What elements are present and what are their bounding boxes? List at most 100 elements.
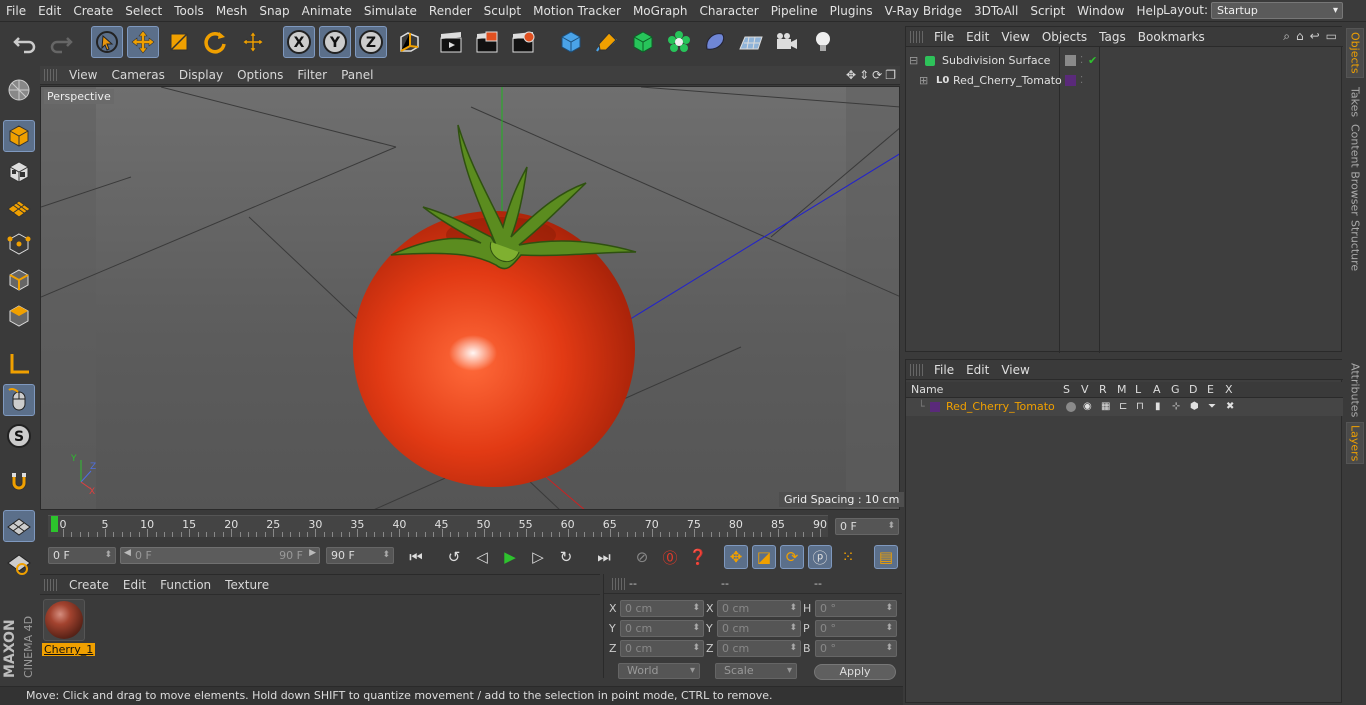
grip-handle[interactable]: [612, 578, 626, 590]
record-active-button[interactable]: ⊘: [630, 545, 654, 569]
cloner-button[interactable]: [663, 26, 695, 58]
cube-primitive-button[interactable]: [555, 26, 587, 58]
grip-handle[interactable]: [44, 578, 58, 591]
make-editable-button[interactable]: [3, 74, 35, 106]
material-name[interactable]: Cherry_1: [42, 643, 96, 656]
orbit-view-icon[interactable]: ⟳: [872, 68, 882, 82]
menu-pipeline[interactable]: Pipeline: [765, 4, 824, 18]
timeline-window-button[interactable]: ▤: [874, 545, 898, 569]
model-mode-button[interactable]: [3, 120, 35, 152]
vp-menu-cameras[interactable]: Cameras: [104, 68, 171, 82]
vp-menu-display[interactable]: Display: [172, 68, 230, 82]
coordinate-mode-select[interactable]: World: [618, 663, 700, 679]
rotate-tool-button[interactable]: [199, 26, 231, 58]
camera-button[interactable]: [771, 26, 803, 58]
coordinate-system-button[interactable]: [393, 26, 425, 58]
menu-edit[interactable]: Edit: [32, 4, 67, 18]
obj-menu-objects[interactable]: Objects: [1036, 30, 1093, 44]
subdivision-surface-button[interactable]: [627, 26, 659, 58]
generator-icon[interactable]: ⊹: [1172, 398, 1180, 416]
next-frame-button[interactable]: ▷: [526, 545, 550, 569]
position-z-field[interactable]: 0 cm: [620, 640, 704, 657]
x-axis-lock-button[interactable]: X: [283, 26, 315, 58]
back-icon[interactable]: ↩: [1310, 29, 1320, 44]
col-name[interactable]: Name: [911, 383, 943, 396]
mat-menu-function[interactable]: Function: [153, 578, 218, 592]
solo-mode-button[interactable]: S: [3, 420, 35, 452]
spline-pen-button[interactable]: [591, 26, 623, 58]
menu-sculpt[interactable]: Sculpt: [478, 4, 527, 18]
col-locked[interactable]: L: [1135, 383, 1141, 396]
render-view-button[interactable]: [435, 26, 467, 58]
position-x-field[interactable]: 0 cm: [620, 600, 704, 617]
timeline-ruler[interactable]: 0 5 10 15 20 25 30 35 40 45 50 55 60 65 70 75 80 85 90: [48, 515, 828, 537]
menu-script[interactable]: Script: [1024, 4, 1071, 18]
edges-mode-button[interactable]: [3, 264, 35, 296]
tab-takes[interactable]: Takes: [1346, 82, 1364, 122]
camera-label[interactable]: Perspective: [44, 89, 114, 104]
size-x-field[interactable]: 0 cm: [717, 600, 801, 617]
pan-view-icon[interactable]: ✥: [846, 68, 856, 82]
col-xref[interactable]: X: [1225, 383, 1233, 396]
layout-select[interactable]: Startup: [1211, 2, 1343, 19]
max-frame-field[interactable]: 90 F: [326, 547, 394, 564]
animation-icon[interactable]: ▮: [1155, 398, 1161, 416]
position-y-field[interactable]: 0 cm: [620, 620, 704, 637]
recent-tool-button[interactable]: [237, 26, 269, 58]
col-deformers[interactable]: D: [1189, 383, 1197, 396]
previous-frame-button[interactable]: ◁: [470, 545, 494, 569]
play-button[interactable]: ▶: [498, 545, 522, 569]
obj-menu-view[interactable]: View: [995, 30, 1035, 44]
light-button[interactable]: [807, 26, 839, 58]
current-frame-field[interactable]: 0 F: [835, 518, 899, 535]
maximize-view-icon[interactable]: ❐: [885, 68, 896, 82]
layer-color-swatch[interactable]: [1065, 75, 1076, 86]
grip-handle[interactable]: [44, 69, 58, 81]
tree-collapse-icon[interactable]: ⊟: [909, 51, 918, 71]
scale-tool-button[interactable]: [163, 26, 195, 58]
y-axis-lock-button[interactable]: Y: [319, 26, 351, 58]
workplane-lock-button[interactable]: [3, 510, 35, 542]
mat-menu-create[interactable]: Create: [62, 578, 116, 592]
axis-mode-button[interactable]: [3, 348, 35, 380]
vp-menu-panel[interactable]: Panel: [334, 68, 380, 82]
layer-swatch[interactable]: [1065, 55, 1076, 66]
floor-button[interactable]: [735, 26, 767, 58]
z-axis-lock-button[interactable]: Z: [355, 26, 387, 58]
layer-name[interactable]: Red_Cherry_Tomato: [946, 398, 1055, 416]
size-mode-select[interactable]: Scale: [715, 663, 797, 679]
layer-color-swatch[interactable]: [930, 402, 940, 412]
solo-toggle-icon[interactable]: [1066, 402, 1076, 412]
playhead[interactable]: [51, 516, 58, 532]
lock-icon[interactable]: ⊓: [1136, 398, 1144, 416]
go-to-start-button[interactable]: ⏮: [404, 545, 428, 569]
menu-3dtoall[interactable]: 3DToAll: [968, 4, 1024, 18]
vp-menu-view[interactable]: View: [62, 68, 104, 82]
menu-mesh[interactable]: Mesh: [210, 4, 254, 18]
render-settings-button[interactable]: [507, 26, 539, 58]
menu-file[interactable]: File: [0, 4, 32, 18]
rotation-h-field[interactable]: 0 °: [815, 600, 897, 617]
dolly-view-icon[interactable]: ⇕: [859, 68, 869, 82]
col-animation[interactable]: A: [1153, 383, 1161, 396]
key-scale-button[interactable]: ◪: [752, 545, 776, 569]
keyframe-selection-button[interactable]: ❓: [686, 545, 710, 569]
object-row-subdivision[interactable]: ⊟ Subdivision Surface ⁚ ✔: [906, 51, 1343, 71]
menu-window[interactable]: Window: [1071, 4, 1130, 18]
render-region-button[interactable]: [471, 26, 503, 58]
menu-simulate[interactable]: Simulate: [358, 4, 423, 18]
points-mode-button[interactable]: [3, 228, 35, 260]
rotation-b-field[interactable]: 0 °: [815, 640, 897, 657]
grip-handle[interactable]: [910, 30, 924, 43]
deformer-button[interactable]: [699, 26, 731, 58]
layer-menu-view[interactable]: View: [995, 363, 1035, 377]
min-frame-field[interactable]: 0 F: [48, 547, 116, 564]
layer-row[interactable]: └ Red_Cherry_Tomato ◉ ▦ ⊏ ⊓ ▮ ⊹ ⬢ ⏷ ✖: [906, 398, 1343, 416]
go-to-end-button[interactable]: ⏭: [592, 545, 616, 569]
tab-attributes[interactable]: Attributes: [1346, 360, 1364, 420]
object-row-tomato[interactable]: ⊞ L0 Red_Cherry_Tomato ⁚: [906, 71, 1343, 91]
render-clapper-icon[interactable]: ▦: [1101, 398, 1110, 416]
obj-menu-edit[interactable]: Edit: [960, 30, 995, 44]
next-key-button[interactable]: ↻: [554, 545, 578, 569]
tab-content-browser[interactable]: Content Browser: [1346, 124, 1364, 216]
